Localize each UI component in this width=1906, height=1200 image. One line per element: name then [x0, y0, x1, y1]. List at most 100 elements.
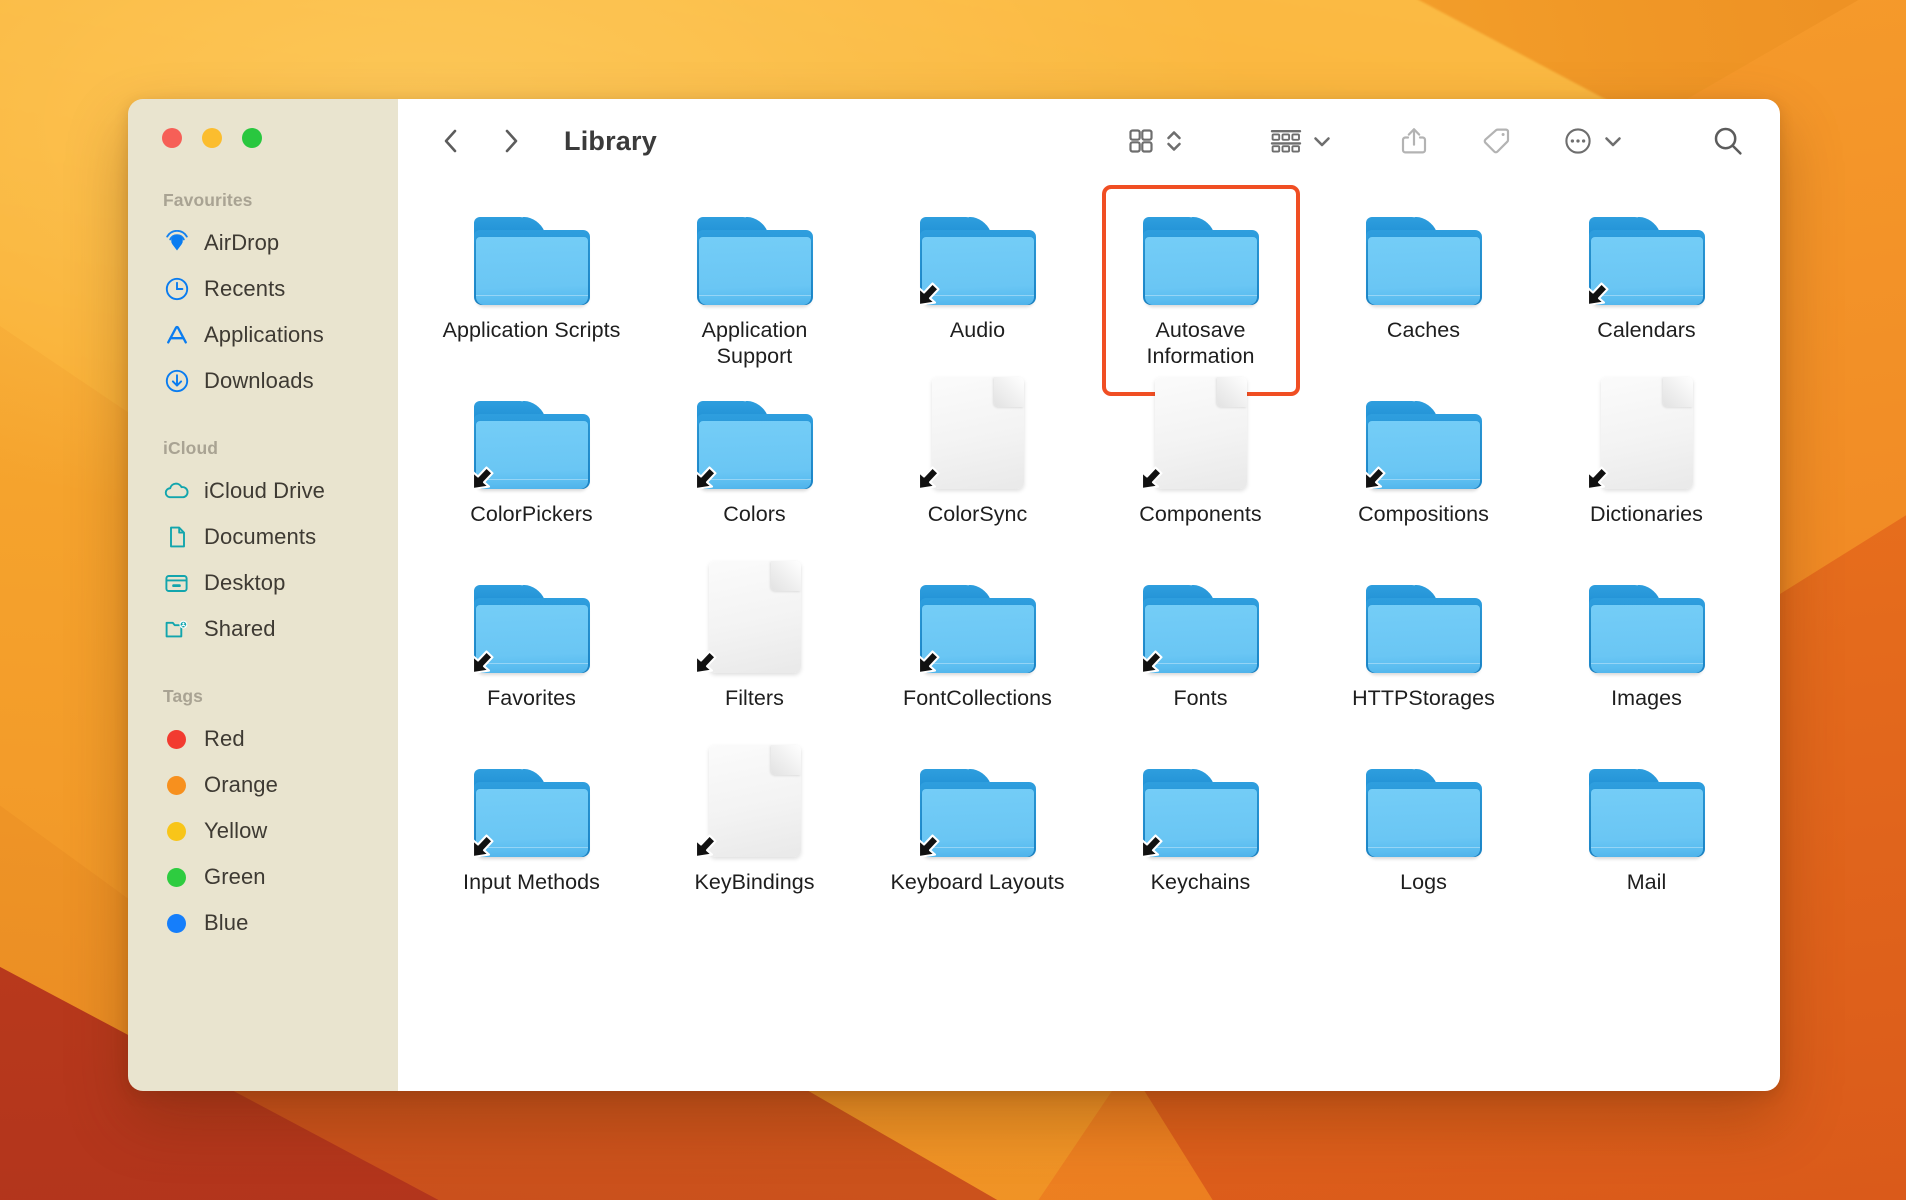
file-item[interactable]: Colors: [643, 385, 866, 569]
file-item[interactable]: Components: [1089, 377, 1312, 569]
file-label: Filters: [725, 686, 784, 710]
sidebar-item-label: Applications: [204, 322, 324, 347]
sidebar-group-header: iCloud: [163, 438, 219, 458]
content-area: Library Application Scripts Application …: [398, 99, 1780, 1091]
maximize-button[interactable]: [242, 128, 262, 148]
sidebar-item-applications[interactable]: Applications: [128, 312, 398, 358]
file-icon: [468, 385, 596, 491]
tag-icon: [1483, 128, 1510, 154]
file-label: Input Methods: [463, 870, 600, 894]
file-item[interactable]: Compositions: [1312, 385, 1535, 569]
sidebar-item-label: Shared: [204, 616, 276, 641]
sidebar-group-header: Tags: [163, 686, 203, 706]
sidebar-group-header: Favourites: [163, 190, 253, 210]
file-item[interactable]: Calendars: [1535, 201, 1758, 385]
folder-icon: [473, 217, 590, 305]
sidebar-item-downloads[interactable]: Downloads: [128, 358, 398, 404]
sidebar-item-documents[interactable]: Documents: [128, 514, 398, 560]
file-icon: [1137, 377, 1265, 491]
file-label: Keychains: [1150, 870, 1251, 894]
search-button[interactable]: [1710, 123, 1746, 159]
sidebar-item-shared[interactable]: Shared: [128, 606, 398, 652]
file-label: HTTPStorages: [1352, 686, 1495, 710]
sidebar-item-desktop[interactable]: Desktop: [128, 560, 398, 606]
file-icon: [914, 377, 1042, 491]
file-icon: [1137, 201, 1265, 305]
folder-icon: [696, 217, 813, 305]
file-label: ColorPickers: [470, 502, 593, 526]
group-by-button[interactable]: [1268, 125, 1333, 157]
sidebar-item-tag-orange[interactable]: Orange: [128, 762, 398, 808]
cloud-icon: [163, 478, 190, 505]
folder-icon: [473, 401, 590, 489]
file-label: Application Support: [701, 318, 808, 369]
file-item[interactable]: Application Support: [643, 201, 866, 385]
sidebar-item-airdrop[interactable]: AirDrop: [128, 220, 398, 266]
sidebar-item-tag-green[interactable]: Green: [128, 854, 398, 900]
file-item[interactable]: KeyBindings: [643, 745, 866, 937]
file-icon: [914, 569, 1042, 675]
file-item[interactable]: ColorSync: [866, 377, 1089, 569]
file-label: Caches: [1386, 318, 1461, 342]
file-item[interactable]: Images: [1535, 569, 1758, 753]
tag-button[interactable]: [1479, 124, 1513, 158]
sidebar-item-icloud-drive[interactable]: iCloud Drive: [128, 468, 398, 514]
view-mode-button[interactable]: [1125, 125, 1184, 157]
folder-icon: [1365, 217, 1482, 305]
file-label: Mail: [1626, 870, 1667, 894]
file-item[interactable]: Dictionaries: [1535, 377, 1758, 569]
folder-icon: [1365, 401, 1482, 489]
airdrop-icon: [163, 230, 190, 257]
forward-button[interactable]: [488, 118, 534, 164]
file-label: Audio: [949, 318, 1006, 342]
file-item[interactable]: Keyboard Layouts: [866, 753, 1089, 937]
file-item[interactable]: HTTPStorages: [1312, 569, 1535, 753]
file-icon: [468, 201, 596, 305]
sidebar-item-label: Orange: [204, 772, 278, 797]
file-item[interactable]: Keychains: [1089, 753, 1312, 937]
file-icon: [1360, 201, 1488, 305]
close-button[interactable]: [162, 128, 182, 148]
share-button[interactable]: [1397, 124, 1431, 158]
sidebar-item-recents[interactable]: Recents: [128, 266, 398, 312]
file-item[interactable]: Input Methods: [420, 753, 643, 937]
sidebar-item-tag-red[interactable]: Red: [128, 716, 398, 762]
applications-icon: [163, 322, 190, 349]
file-item[interactable]: Fonts: [1089, 569, 1312, 753]
document-icon: [708, 745, 801, 857]
file-label: Keyboard Layouts: [890, 870, 1065, 894]
sidebar-item-label: iCloud Drive: [204, 478, 326, 503]
sidebar: Favourites AirDrop Recents Applications …: [128, 99, 398, 1091]
document-icon: [1154, 377, 1247, 489]
shared-folder-icon: [163, 616, 190, 643]
folder-icon: [919, 217, 1036, 305]
sidebar-item-tag-yellow[interactable]: Yellow: [128, 808, 398, 854]
file-item-selected[interactable]: Autosave Information: [1089, 201, 1312, 385]
more-options-button[interactable]: [1561, 124, 1624, 158]
sidebar-item-tag-blue[interactable]: Blue: [128, 900, 398, 946]
document-icon: [163, 524, 190, 551]
file-item[interactable]: Favorites: [420, 569, 643, 753]
minimize-button[interactable]: [202, 128, 222, 148]
file-item[interactable]: Logs: [1312, 753, 1535, 937]
file-icon: [691, 561, 819, 675]
file-icon: [1583, 569, 1711, 673]
document-icon: [708, 561, 801, 673]
file-icon: [1360, 385, 1488, 491]
file-icon: [1360, 569, 1488, 673]
file-item[interactable]: Mail: [1535, 753, 1758, 937]
file-label: Calendars: [1597, 318, 1696, 342]
more-ellipsis-icon: [1565, 128, 1591, 154]
file-item[interactable]: FontCollections: [866, 569, 1089, 753]
chevron-right-icon: [505, 129, 518, 153]
file-item[interactable]: Filters: [643, 561, 866, 753]
sidebar-item-label: Desktop: [204, 570, 286, 595]
file-label: Autosave Information: [1146, 318, 1255, 369]
file-item[interactable]: Application Scripts: [420, 201, 643, 385]
file-grid: Application Scripts Application Support …: [398, 183, 1780, 1091]
file-item[interactable]: Audio: [866, 201, 1089, 385]
back-button[interactable]: [428, 118, 474, 164]
file-item[interactable]: ColorPickers: [420, 385, 643, 569]
file-item[interactable]: Caches: [1312, 201, 1535, 385]
tag-dot-icon: [163, 726, 190, 753]
